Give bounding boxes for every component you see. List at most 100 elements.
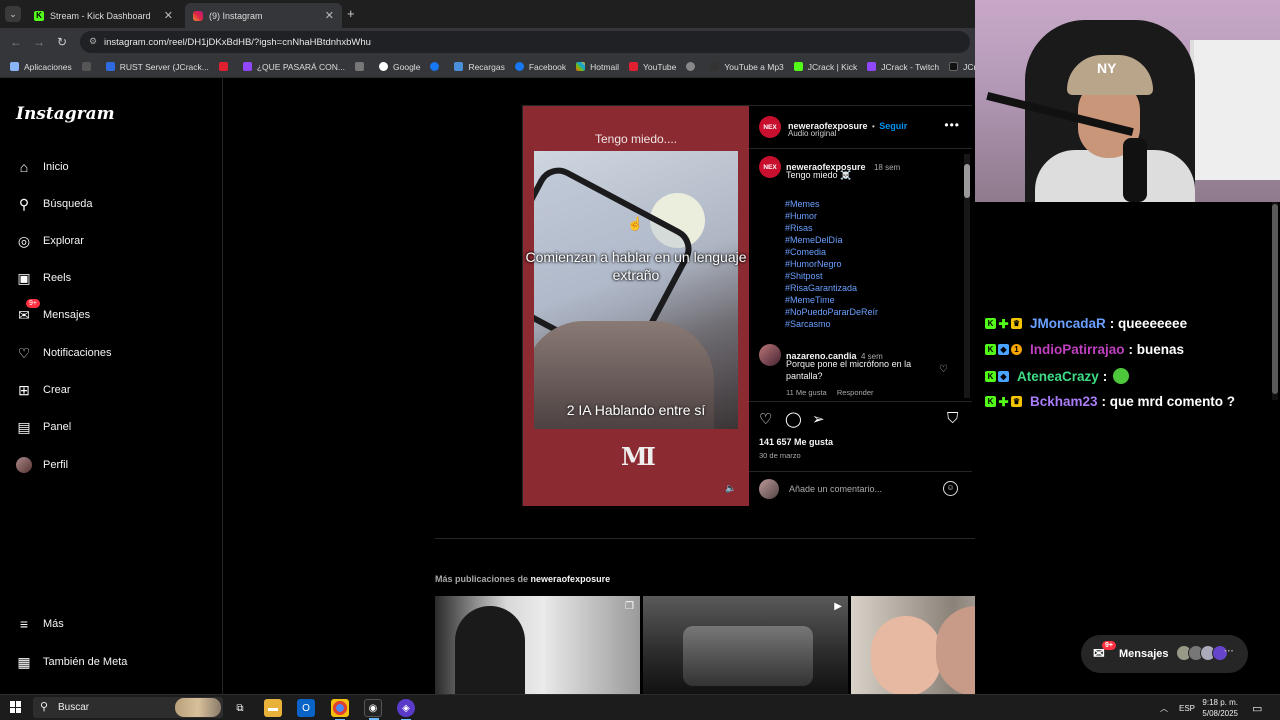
hashtag-link[interactable]: #Humor <box>785 210 878 222</box>
hashtag-link[interactable]: #Comedia <box>785 246 878 258</box>
bookmark-item[interactable]: JCrack | Kick <box>793 62 857 72</box>
bookmark-item[interactable]: RUST Server (JCrack... <box>105 62 209 72</box>
save-icon[interactable]: ⛉ <box>947 410 958 427</box>
chrome-icon[interactable] <box>331 699 349 720</box>
comment-likes[interactable]: 11 Me gusta <box>786 388 827 397</box>
instagram-logo[interactable]: Instagram <box>16 104 115 124</box>
hashtag-link[interactable]: #NoPuedoPararDeReír <box>785 306 878 318</box>
author-avatar[interactable]: NEX <box>759 156 781 178</box>
hashtag-link[interactable]: #Shitpost <box>785 270 878 282</box>
emoji-icon[interactable]: ☺ <box>943 481 958 496</box>
reload-icon[interactable]: ↻ <box>57 35 67 49</box>
bookmark-item[interactable]: YouTube a Mp3 <box>710 62 784 72</box>
bookmark-item[interactable] <box>430 62 444 71</box>
task-view-icon[interactable]: ⧉ <box>231 699 249 717</box>
tab-search-button[interactable]: ⌄ <box>5 6 21 22</box>
new-tab-button[interactable]: + <box>347 6 355 21</box>
gem-badge-icon: ◆ <box>998 370 1009 382</box>
outlook-icon[interactable]: O <box>297 699 315 717</box>
heart-icon[interactable]: ♡ <box>939 364 948 375</box>
bookmark-item[interactable]: JCrack - Twitch <box>867 62 939 72</box>
hashtag-link[interactable]: #Sarcasmo <box>785 318 878 330</box>
bookmark-item[interactable] <box>686 62 700 71</box>
post-thumbnail[interactable]: ❐ <box>851 596 975 694</box>
hashtag-link[interactable]: #RisaGarantizada <box>785 282 878 294</box>
mute-icon[interactable]: 🔈 <box>725 483 736 494</box>
bookmark-item[interactable] <box>355 62 369 71</box>
bookmark-item[interactable] <box>218 62 233 71</box>
reels-icon: ▣ <box>17 269 31 286</box>
hamburger-icon: ≡ <box>19 616 29 632</box>
comment-input[interactable]: Añade un comentario... <box>789 484 882 494</box>
file-explorer-icon[interactable]: ▬ <box>264 699 282 717</box>
reel-video[interactable]: Tengo miedo.... Comienzan a hablar en un… <box>523 106 749 506</box>
chat-username[interactable]: IndioPatirrajao <box>1030 342 1125 357</box>
browser-tabbar: ⌄ K Stream - Kick Dashboard ✕ (9) Instag… <box>0 0 975 28</box>
hashtag-link[interactable]: #HumorNegro <box>785 258 878 270</box>
follow-button[interactable]: Seguir <box>879 121 907 131</box>
back-icon[interactable]: ← <box>10 35 22 49</box>
bookmark-item[interactable]: YouTube <box>628 62 676 72</box>
youtube-icon <box>628 62 638 71</box>
bookmark-item[interactable]: Aplicaciones <box>10 62 72 72</box>
chat-username[interactable]: AteneaCrazy <box>1017 369 1099 384</box>
tab-kick-dashboard[interactable]: K Stream - Kick Dashboard ✕ <box>26 3 181 28</box>
close-icon[interactable]: ✕ <box>164 9 173 22</box>
nav-panel[interactable]: ▤ Panel <box>16 415 71 439</box>
bookmark-item[interactable] <box>81 62 96 71</box>
nav-busqueda[interactable]: ⚲ Búsqueda <box>16 192 93 216</box>
windows-start-icon[interactable] <box>10 701 22 713</box>
like-count[interactable]: 141 657 Me gusta <box>759 437 833 447</box>
notifications-icon[interactable]: ▭ <box>1252 695 1262 720</box>
hashtag-link[interactable]: #Risas <box>785 222 878 234</box>
post-thumbnail[interactable]: ▶ <box>643 596 848 694</box>
taskbar-search[interactable]: ⚲ Buscar <box>33 697 223 718</box>
tab-instagram[interactable]: (9) Instagram ✕ <box>185 3 342 28</box>
post-thumbnail[interactable]: ❐ <box>435 596 640 694</box>
comment-icon[interactable]: ◯ <box>785 410 802 428</box>
nav-reels[interactable]: ▣ Reels <box>16 266 71 290</box>
url-input[interactable]: ⚙ instagram.com/reel/DH1jDKxBdHB/?igsh=c… <box>80 31 970 53</box>
more-options-icon[interactable]: ••• <box>944 118 960 132</box>
hashtag-link[interactable]: #Memes <box>785 198 878 210</box>
like-icon[interactable]: ♡ <box>759 410 772 428</box>
comments-scrollbar[interactable] <box>964 154 970 398</box>
app-icon[interactable]: ◈ <box>397 699 415 720</box>
messages-pill-button[interactable]: ✉ 9+ Mensajes ··· <box>1081 635 1248 673</box>
more-icon[interactable]: ··· <box>1224 646 1234 657</box>
close-icon[interactable]: ✕ <box>325 9 334 22</box>
author-avatar[interactable]: NEX <box>759 116 781 138</box>
share-icon[interactable]: ➢ <box>812 410 825 428</box>
hashtag-link[interactable]: #MemeTime <box>785 294 878 306</box>
language-indicator[interactable]: ESP <box>1179 695 1195 720</box>
forward-icon[interactable]: → <box>33 35 45 49</box>
bookmark-item[interactable]: Hotmail <box>576 62 619 72</box>
nav-perfil[interactable]: Perfil <box>16 453 68 477</box>
bookmark-item[interactable]: Facebook <box>514 62 566 72</box>
nav-notificaciones[interactable]: ♡ Notificaciones <box>16 341 112 365</box>
audio-label[interactable]: Audio original <box>788 129 836 138</box>
chat-username[interactable]: JMoncadaR <box>1030 316 1106 331</box>
reel-post: Tengo miedo.... Comienzan a hablar en un… <box>522 105 972 506</box>
taskbar-clock[interactable]: 9:18 p. m. 5/08/2025 <box>1202 697 1238 719</box>
bookmark-item[interactable]: ¿QUE PASARÁ CON... <box>242 62 345 72</box>
nav-tambien-de-meta[interactable]: ▦ También de Meta <box>16 650 127 674</box>
hashtag-link[interactable]: #MemeDelDía <box>785 234 878 246</box>
chat-username[interactable]: Bckham23 <box>1030 394 1098 409</box>
nav-mensajes[interactable]: ✉ 9+ Mensajes <box>16 299 90 327</box>
nav-crear[interactable]: ⊞ Crear <box>16 378 70 402</box>
bookmark-item[interactable]: JCrack (@JCra <box>949 62 975 72</box>
nav-inicio[interactable]: ⌂ Inicio <box>16 155 69 179</box>
site-info-icon[interactable]: ⚙ <box>89 36 97 47</box>
commenter-avatar[interactable] <box>759 344 781 366</box>
avatar <box>16 457 32 473</box>
tray-chevron-icon[interactable]: ︿ <box>1160 695 1168 720</box>
nav-explorar[interactable]: ◎ Explorar <box>16 229 84 253</box>
page-scrollbar[interactable] <box>1272 202 1278 400</box>
obs-icon[interactable]: ◉ <box>364 699 382 720</box>
more-posts-author[interactable]: neweraofexposure <box>531 574 611 584</box>
bookmark-item[interactable]: Recargas <box>454 62 505 72</box>
bookmark-item[interactable]: Google <box>379 62 420 72</box>
nav-mas[interactable]: ≡ Más <box>16 612 64 636</box>
reply-button[interactable]: Responder <box>837 388 874 397</box>
